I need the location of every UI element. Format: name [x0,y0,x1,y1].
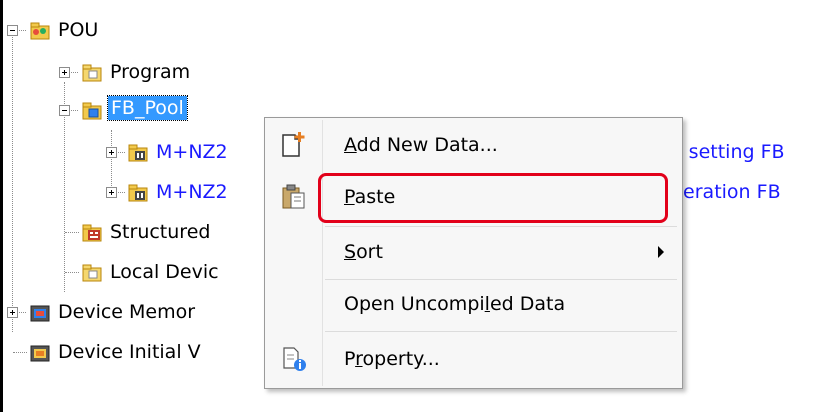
tree-item-local-device[interactable]: Local Devic [110,260,219,284]
device-memory-icon [28,300,52,324]
menu-item-add-new-data[interactable]: Add New Data... [267,122,680,168]
submenu-arrow-icon [658,246,664,258]
function-block-icon [126,180,150,204]
context-menu: Add New Data... Paste Sort Open Uncompil… [264,117,683,389]
local-device-folder-icon [80,260,104,284]
tree-line [13,352,27,353]
menu-separator [325,279,677,280]
tree-item-fb-1[interactable]: M+NZ2 [156,140,228,164]
menu-label-add-new-data: Add New Data... [344,134,498,156]
function-block-icon [126,140,150,164]
tree-item-device-memory[interactable]: Device Memor [58,300,195,324]
menu-label-open-uncompiled-data: Open Uncompiled Data [344,293,566,315]
tree-line [12,30,13,332]
expand-toggle-fb-item-2[interactable] [106,187,117,198]
tree-item-program[interactable]: Program [110,60,190,84]
tree-item-structured[interactable]: Structured [110,220,210,244]
structured-data-icon [80,220,104,244]
tree-item-fb-2-comment: peration FB [671,181,781,203]
tree-line [111,130,112,192]
tree-line [65,232,79,233]
property-icon [279,344,309,374]
menu-item-property[interactable]: Property... [267,336,680,382]
menu-separator [325,226,677,227]
menu-label-property: Property... [344,348,440,370]
device-initial-value-icon [28,340,52,364]
expand-toggle-device-memory[interactable] [7,307,18,318]
menu-item-sort[interactable]: Sort [267,229,680,275]
menu-item-paste[interactable]: Paste [267,174,680,220]
pou-folder-icon [28,18,52,42]
menu-label-paste: Paste [344,186,396,208]
menu-label-sort: Sort [344,241,383,263]
tree-item-fb-1-comment: a setting FB [671,141,785,163]
program-folder-icon [80,60,104,84]
tree-line [65,272,79,273]
expand-toggle-fb-item-1[interactable] [106,147,117,158]
expand-toggle-program[interactable] [59,67,70,78]
tree-item-fb-2[interactable]: M+NZ2 [156,180,228,204]
tree-item-device-initial[interactable]: Device Initial V [58,340,201,364]
paste-icon [279,182,309,212]
add-new-data-icon [279,130,309,160]
fb-pool-folder-icon [80,98,104,122]
tree-item-fb-pool[interactable]: FB_Pool [107,95,188,121]
collapse-toggle-pou[interactable] [7,25,18,36]
tree-item-pou[interactable]: POU [58,18,98,42]
menu-item-open-uncompiled-data[interactable]: Open Uncompiled Data [267,281,680,327]
menu-separator [325,331,677,332]
collapse-toggle-fb-pool[interactable] [59,105,70,116]
